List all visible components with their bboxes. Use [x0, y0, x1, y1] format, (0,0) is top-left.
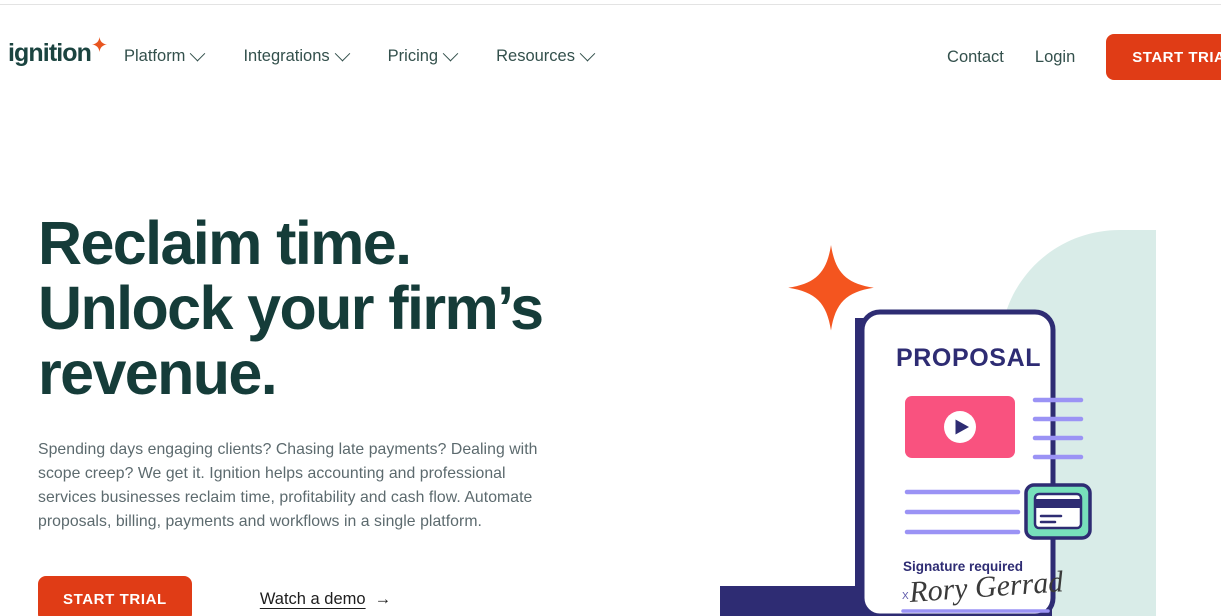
hero-illustration: PROPOSAL Signature required X Rory Gerra… — [700, 230, 1221, 616]
chevron-down-icon — [190, 45, 206, 61]
logo-sparkle-icon — [92, 37, 108, 52]
chevron-down-icon — [334, 45, 350, 61]
watch-demo-label: Watch a demo — [259, 589, 366, 608]
logo-wordmark: ignition — [8, 39, 92, 67]
card-title: PROPOSAL — [896, 344, 1041, 372]
site-header: ignition Platform Integrations Pricing R… — [0, 5, 1221, 98]
nav-item-label: Resources — [496, 47, 575, 65]
hero-content: Reclaim time. Unlock your firm’s revenue… — [38, 211, 638, 616]
header-actions: Contact Login START TRIAL — [947, 34, 1221, 80]
start-trial-button[interactable]: START TRIAL — [38, 576, 192, 616]
watch-demo-link[interactable]: Watch a demo → — [260, 590, 391, 609]
nav-item-pricing[interactable]: Pricing — [387, 43, 459, 69]
nav-item-label: Pricing — [387, 47, 439, 65]
header-start-trial-button[interactable]: START TRIAL — [1106, 34, 1221, 80]
nav-item-resources[interactable]: Resources — [496, 43, 596, 69]
logo[interactable]: ignition — [8, 37, 108, 67]
page-title: Reclaim time. Unlock your firm’s revenue… — [38, 209, 544, 407]
hero-cta-group: START TRIAL Watch a demo → — [38, 576, 638, 616]
signature-x-marker: X — [902, 591, 909, 602]
primary-nav: Platform Integrations Pricing Resources — [124, 43, 596, 69]
hero-paragraph: Spending days engaging clients? Chasing … — [38, 441, 538, 530]
nav-item-integrations[interactable]: Integrations — [243, 43, 350, 69]
arrow-right-icon: → — [374, 589, 392, 608]
chevron-down-icon — [579, 45, 596, 61]
credit-card-icon — [1024, 483, 1092, 540]
hero-page: ignition Platform Integrations Pricing R… — [0, 0, 1221, 616]
login-link[interactable]: Login — [1035, 34, 1075, 80]
chevron-down-icon — [442, 45, 459, 61]
video-thumbnail — [905, 396, 1015, 458]
contact-link[interactable]: Contact — [947, 34, 1004, 80]
nav-item-label: Integrations — [243, 47, 330, 65]
nav-item-label: Platform — [124, 47, 186, 65]
nav-item-platform[interactable]: Platform — [124, 43, 206, 69]
